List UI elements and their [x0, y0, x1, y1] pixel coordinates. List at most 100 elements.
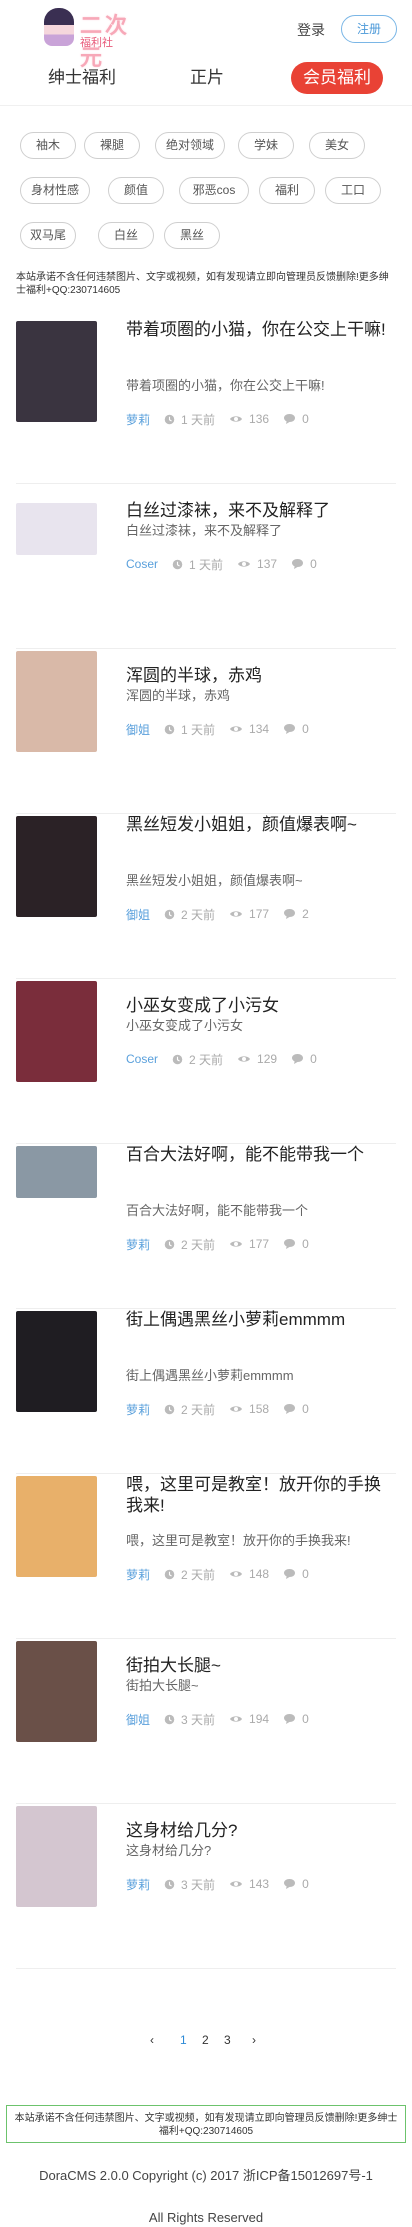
article-category[interactable]: 萝莉: [126, 1401, 150, 1418]
article-title[interactable]: 黑丝短发小姐姐，颜值爆表啊~: [126, 814, 396, 835]
article-item[interactable]: 黑丝短发小姐姐，颜值爆表啊~ 黑丝短发小姐姐，颜值爆表啊~ 御姐 2 天前 177 2: [16, 814, 396, 979]
views-count: 177: [249, 907, 270, 921]
comments-count: 0: [302, 722, 309, 736]
time-label: 2 天前: [181, 1402, 216, 1417]
comment-icon: [292, 1054, 304, 1064]
nav-item-vip[interactable]: 会员福利: [291, 62, 383, 94]
article-item[interactable]: 街上偶遇黑丝小萝莉emmmm 街上偶遇黑丝小萝莉emmmm 萝莉 2 天前 158 0: [16, 1309, 396, 1474]
eye-icon: [230, 416, 243, 422]
footer-copyright: DoraCMS 2.0.0 Copyright (c) 2017 浙ICP备15…: [39, 2168, 373, 2183]
article-category[interactable]: Coser: [126, 1052, 158, 1066]
article-meta: 萝莉 2 天前 148 0: [126, 1566, 396, 1582]
article-meta: 萝莉 2 天前 158 0: [126, 1401, 396, 1417]
article-title[interactable]: 白丝过漆袜，来不及解释了: [126, 500, 396, 521]
tag-item[interactable]: 工口: [325, 177, 381, 204]
article-title[interactable]: 街拍大长腿~: [126, 1655, 396, 1676]
comment-icon: [284, 1569, 296, 1579]
article-title[interactable]: 这身材给几分?: [126, 1820, 396, 1841]
article-title[interactable]: 百合大法好啊，能不能带我一个: [126, 1144, 396, 1165]
article-title[interactable]: 街上偶遇黑丝小萝莉emmmm: [126, 1309, 396, 1330]
article-time: 2 天前: [164, 906, 215, 923]
tag-item[interactable]: 学妹: [238, 132, 294, 159]
clock-icon: [164, 1404, 175, 1414]
eye-icon: [238, 1056, 251, 1062]
next-page-button[interactable]: ›: [252, 2033, 256, 2047]
article-thumbnail[interactable]: [16, 1146, 97, 1198]
article-item[interactable]: 街拍大长腿~ 街拍大长腿~ 御姐 3 天前 194 0: [16, 1639, 396, 1804]
article-thumbnail[interactable]: [16, 1311, 97, 1412]
article-views: 143: [229, 1877, 269, 1891]
tag-item[interactable]: 颜值: [108, 177, 164, 204]
tag-item[interactable]: 邪恶cos: [179, 177, 249, 204]
article-comments: 0: [291, 557, 317, 571]
nav-item-main[interactable]: 正片: [190, 62, 224, 94]
article-item[interactable]: 浑圆的半球，赤鸡 浑圆的半球，赤鸡 御姐 1 天前 134 0: [16, 649, 396, 814]
article-category[interactable]: 御姐: [126, 721, 150, 738]
eye-icon: [230, 1881, 243, 1887]
prev-page-button[interactable]: ‹: [150, 2033, 154, 2047]
article-thumbnail[interactable]: [16, 503, 97, 555]
page-link[interactable]: 3: [224, 2033, 231, 2047]
clock-icon: [164, 1714, 175, 1724]
article-category[interactable]: 萝莉: [126, 1876, 150, 1893]
article-category[interactable]: 萝莉: [126, 1236, 150, 1253]
article-comments: 0: [283, 722, 309, 736]
tag-item[interactable]: 绝对领域: [155, 132, 225, 159]
page-link[interactable]: 2: [202, 2033, 209, 2047]
article-time: 3 天前: [164, 1876, 215, 1893]
article-meta: Coser 2 天前 129 0: [126, 1051, 396, 1067]
article-item[interactable]: 这身材给几分? 这身材给几分? 萝莉 3 天前 143 0: [16, 1804, 396, 1969]
article-comments: 0: [283, 1877, 309, 1891]
article-item[interactable]: 百合大法好啊，能不能带我一个 百合大法好啊，能不能带我一个 萝莉 2 天前 177 0: [16, 1144, 396, 1309]
article-category[interactable]: 萝莉: [126, 1566, 150, 1583]
article-category[interactable]: Coser: [126, 557, 158, 571]
article-thumbnail[interactable]: [16, 1641, 97, 1742]
disclaimer-notice: 本站承诺不含任何违禁图片、文字或视频，如有发现请立即向管理员反馈删除!更多绅士福…: [16, 272, 389, 296]
eye-icon: [238, 561, 251, 567]
tag-item[interactable]: 美女: [309, 132, 365, 159]
article-category[interactable]: 萝莉: [126, 411, 150, 428]
article-thumbnail[interactable]: [16, 1476, 97, 1577]
register-button[interactable]: 注册: [341, 15, 397, 43]
article-category[interactable]: 御姐: [126, 1711, 150, 1728]
article-meta: 御姐 1 天前 134 0: [126, 721, 396, 737]
article-thumbnail[interactable]: [16, 981, 97, 1082]
time-label: 3 天前: [181, 1712, 216, 1727]
article-title[interactable]: 小巫女变成了小污女: [126, 995, 396, 1016]
comment-icon: [284, 1714, 296, 1724]
comment-icon: [284, 1239, 296, 1249]
article-thumbnail[interactable]: [16, 321, 97, 422]
clock-icon: [164, 1239, 175, 1249]
article-thumbnail[interactable]: [16, 651, 97, 752]
tag-item[interactable]: 白丝: [98, 222, 154, 249]
tag-item[interactable]: 福利: [259, 177, 315, 204]
article-comments: 2: [283, 907, 309, 921]
article-excerpt: 小巫女变成了小污女: [126, 1018, 244, 1033]
views-count: 158: [249, 1402, 270, 1416]
footer-rights: All Rights Reserved: [148, 2210, 264, 2225]
views-count: 177: [249, 1237, 270, 1251]
login-link[interactable]: 登录: [297, 20, 325, 40]
eye-icon: [230, 911, 243, 917]
tag-item[interactable]: 黑丝: [164, 222, 220, 249]
tag-cloud: 袖木 裸腿 绝对领域 学妹 美女 身材性感 颜值 邪恶cos 福利 工口 双马尾…: [0, 106, 412, 271]
nav-item-gentleman[interactable]: 绅士福利: [48, 62, 116, 94]
article-time: 2 天前: [172, 1051, 223, 1068]
article-title[interactable]: 浑圆的半球，赤鸡: [126, 665, 396, 686]
article-title[interactable]: 喂，这里可是教室！放开你的手换我来!: [126, 1474, 396, 1516]
page-link-current[interactable]: 1: [180, 2033, 187, 2047]
tag-item[interactable]: 袖木: [20, 132, 76, 159]
clock-icon: [172, 559, 183, 569]
article-item[interactable]: 带着项圈的小猫，你在公交上干嘛! 带着项圈的小猫，你在公交上干嘛! 萝莉 1 天前 13…: [16, 319, 396, 484]
article-title[interactable]: 带着项圈的小猫，你在公交上干嘛!: [126, 319, 396, 340]
article-item[interactable]: 喂，这里可是教室！放开你的手换我来! 喂，这里可是教室！放开你的手换我来! 萝莉 2 …: [16, 1474, 396, 1639]
article-item[interactable]: 小巫女变成了小污女 小巫女变成了小污女 Coser 2 天前 129 0: [16, 979, 396, 1144]
article-list: 带着项圈的小猫，你在公交上干嘛! 带着项圈的小猫，你在公交上干嘛! 萝莉 1 天前 13…: [0, 319, 412, 1969]
article-thumbnail[interactable]: [16, 816, 97, 917]
tag-item[interactable]: 身材性感: [20, 177, 90, 204]
tag-item[interactable]: 双马尾: [20, 222, 76, 249]
tag-item[interactable]: 裸腿: [84, 132, 140, 159]
article-category[interactable]: 御姐: [126, 906, 150, 923]
article-item[interactable]: 白丝过漆袜，来不及解释了 白丝过漆袜，来不及解释了 Coser 1 天前 137 0: [16, 484, 396, 649]
article-thumbnail[interactable]: [16, 1806, 97, 1907]
